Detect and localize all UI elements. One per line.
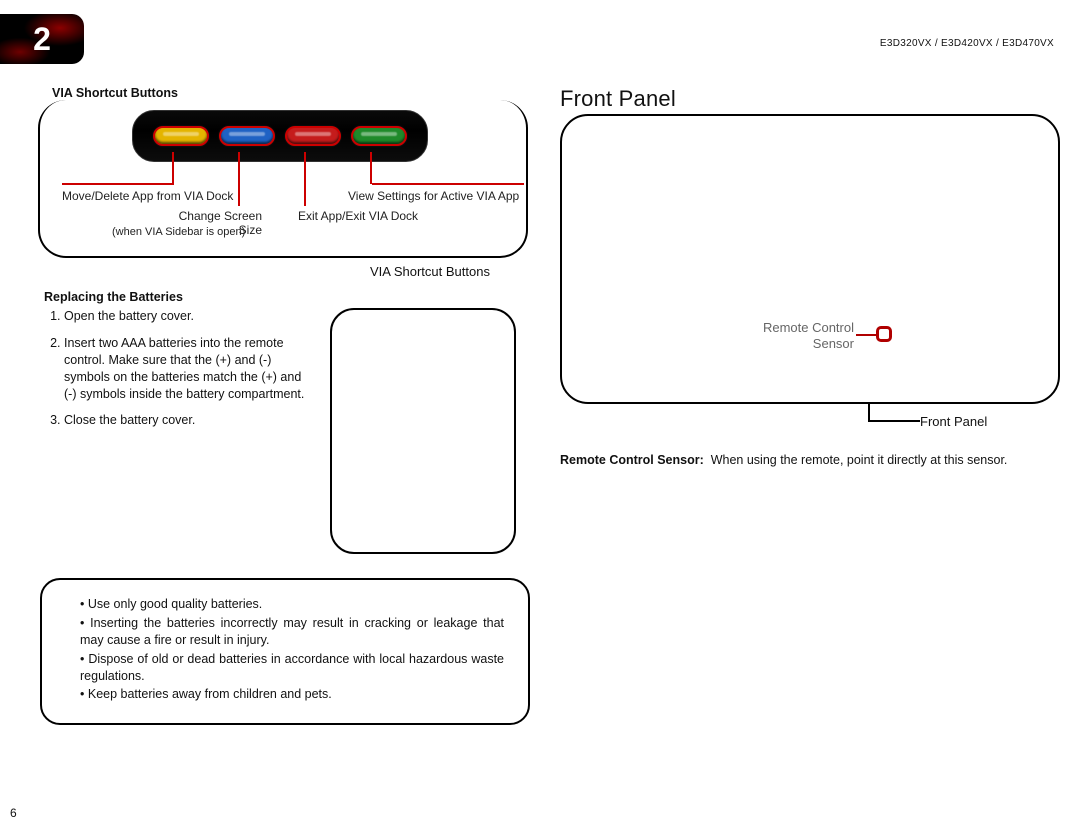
via-button-yellow xyxy=(153,126,209,146)
batteries-heading: Replacing the Batteries xyxy=(44,290,183,304)
battery-steps: Open the battery cover. Insert two AAA b… xyxy=(44,308,314,439)
callout-line xyxy=(238,152,240,206)
battery-step: Open the battery cover. xyxy=(64,308,314,325)
warning-item: Keep batteries away from children and pe… xyxy=(80,686,504,703)
battery-step: Insert two AAA batteries into the remote… xyxy=(64,335,314,403)
via-button-green xyxy=(351,126,407,146)
remote-sensor-label: Remote Control Sensor xyxy=(754,320,854,353)
callout-line xyxy=(62,183,174,185)
via-caption-green: View Settings for Active VIA App xyxy=(348,189,519,203)
callout-line xyxy=(372,183,524,185)
front-panel-title: Front Panel xyxy=(560,86,676,112)
battery-figure xyxy=(330,308,516,554)
remote-sensor-description: Remote Control Sensor: When using the re… xyxy=(560,452,1060,470)
warning-item: Inserting the batteries incorrectly may … xyxy=(80,615,504,649)
via-caption-yellow: Move/Delete App from VIA Dock xyxy=(62,189,233,203)
via-button-blue xyxy=(219,126,275,146)
callout-line xyxy=(370,152,372,184)
via-heading: VIA Shortcut Buttons xyxy=(52,86,178,100)
via-button-red xyxy=(285,126,341,146)
model-numbers: E3D320VX / E3D420VX / E3D470VX xyxy=(880,38,1054,49)
desc-text: When using the remote, point it directly… xyxy=(711,453,1008,467)
warning-item: Use only good quality batteries. xyxy=(80,596,504,613)
remote-strip xyxy=(132,110,428,162)
sensor-icon xyxy=(876,326,892,342)
front-panel-caption: Front Panel xyxy=(920,414,987,429)
sensor-callout-line xyxy=(856,334,878,336)
callout-line xyxy=(304,152,306,206)
battery-step: Close the battery cover. xyxy=(64,412,314,429)
front-panel-figure xyxy=(560,114,1060,404)
desc-label: Remote Control Sensor: xyxy=(560,453,704,467)
chapter-tab: 2 xyxy=(0,14,84,64)
via-caption-blue-sub: (when VIA Sidebar is open) xyxy=(112,226,245,238)
via-figure-label: VIA Shortcut Buttons xyxy=(370,264,490,279)
via-caption-red: Exit App/Exit VIA Dock xyxy=(298,209,418,223)
bracket-line xyxy=(868,420,920,422)
battery-warnings: Use only good quality batteries. Inserti… xyxy=(40,578,530,725)
chapter-number: 2 xyxy=(33,21,51,58)
callout-line xyxy=(172,152,174,184)
warning-item: Dispose of old or dead batteries in acco… xyxy=(80,651,504,685)
page-number: 6 xyxy=(10,806,17,820)
